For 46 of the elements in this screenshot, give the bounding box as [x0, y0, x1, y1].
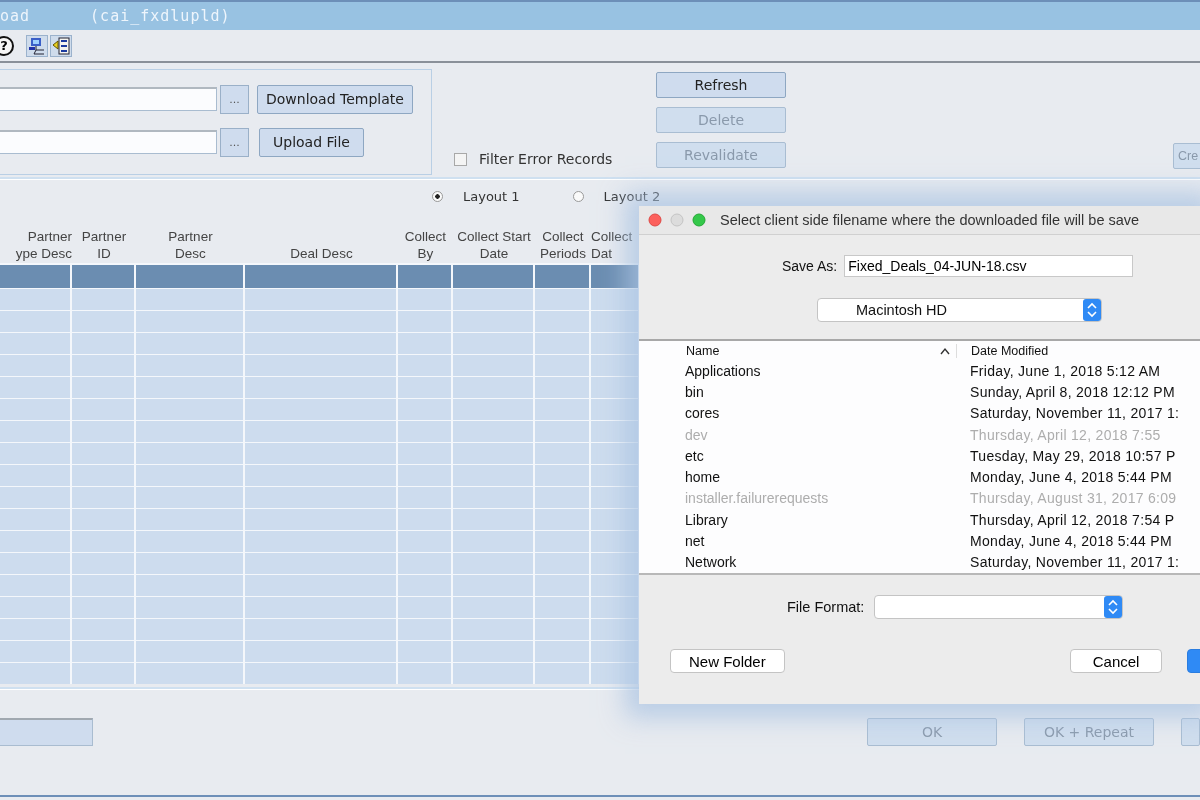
- column-header: Collect By: [403, 228, 448, 263]
- upload-file-button[interactable]: Upload File: [259, 127, 364, 157]
- action-button[interactable]: Refresh: [656, 72, 786, 98]
- checkbox-label: Filter Error Records: [479, 151, 613, 167]
- file-date: Saturday, November 11, 2017 1:: [970, 554, 1180, 571]
- location-dropdown[interactable]: Macintosh HD: [817, 298, 1102, 322]
- file-date: Tuesday, May 29, 2018 10:57 P: [970, 447, 1176, 464]
- dialog-button[interactable]: New Folder: [670, 649, 785, 673]
- file-date: Saturday, November 11, 2017 1:: [970, 405, 1180, 422]
- help-icon[interactable]: ?: [0, 35, 14, 56]
- field-label: File Format:: [787, 599, 865, 615]
- column-header[interactable]: Date Modified: [957, 343, 1049, 358]
- column-header: Partner ID: [80, 228, 128, 263]
- dialog-button[interactable]: Cancel: [1069, 649, 1163, 673]
- file-name[interactable]: cores: [639, 405, 970, 422]
- file-date: Thursday, April 12, 2018 7:54 P: [970, 511, 1175, 528]
- browse-button[interactable]: ...: [220, 127, 249, 157]
- file-name[interactable]: home: [639, 469, 970, 486]
- field-label: Save As:: [782, 258, 838, 274]
- column-header: Collect Periods: [539, 228, 587, 263]
- file-name[interactable]: net: [639, 533, 970, 549]
- radio-label: Layout 2: [603, 189, 661, 204]
- column-header: Partner ype Desc: [14, 228, 72, 263]
- column-header[interactable]: Name: [686, 343, 720, 358]
- file-date: Thursday, August 31, 2017 6:09: [970, 490, 1177, 507]
- column-header: Partner Desc: [167, 228, 214, 263]
- column-header: Collect Dat: [591, 228, 634, 263]
- file-name[interactable]: etc: [639, 447, 970, 464]
- column-header: Collect Start Date: [456, 228, 532, 263]
- radio-label: Layout 1: [463, 189, 520, 204]
- column-header: Deal Desc: [289, 245, 354, 263]
- file-date: Monday, June 4, 2018 5:44 PM: [970, 533, 1172, 549]
- file-date: Monday, June 4, 2018 5:44 PM: [970, 469, 1172, 486]
- download-template-button[interactable]: Download Template: [257, 84, 413, 114]
- file-date: Thursday, April 12, 2018 7:55: [970, 426, 1161, 443]
- file-name[interactable]: Network: [639, 554, 970, 571]
- file-name[interactable]: bin: [639, 383, 970, 400]
- file-name[interactable]: Library: [639, 511, 970, 528]
- form-id: (cai_fxdlupld): [90, 7, 231, 25]
- dialog-title: Select client side filename where the downloaded file will be save: [720, 212, 1140, 228]
- browse-button[interactable]: ...: [220, 84, 249, 114]
- filename-field[interactable]: Fixed_Deals_04-JUN-18.csv: [844, 255, 1134, 277]
- file-date: Friday, June 1, 2018 5:12 AM: [970, 362, 1161, 379]
- window-title: oad: [0, 7, 31, 25]
- file-name[interactable]: Applications: [639, 362, 970, 379]
- file-date: Sunday, April 8, 2018 12:12 PM: [970, 383, 1175, 400]
